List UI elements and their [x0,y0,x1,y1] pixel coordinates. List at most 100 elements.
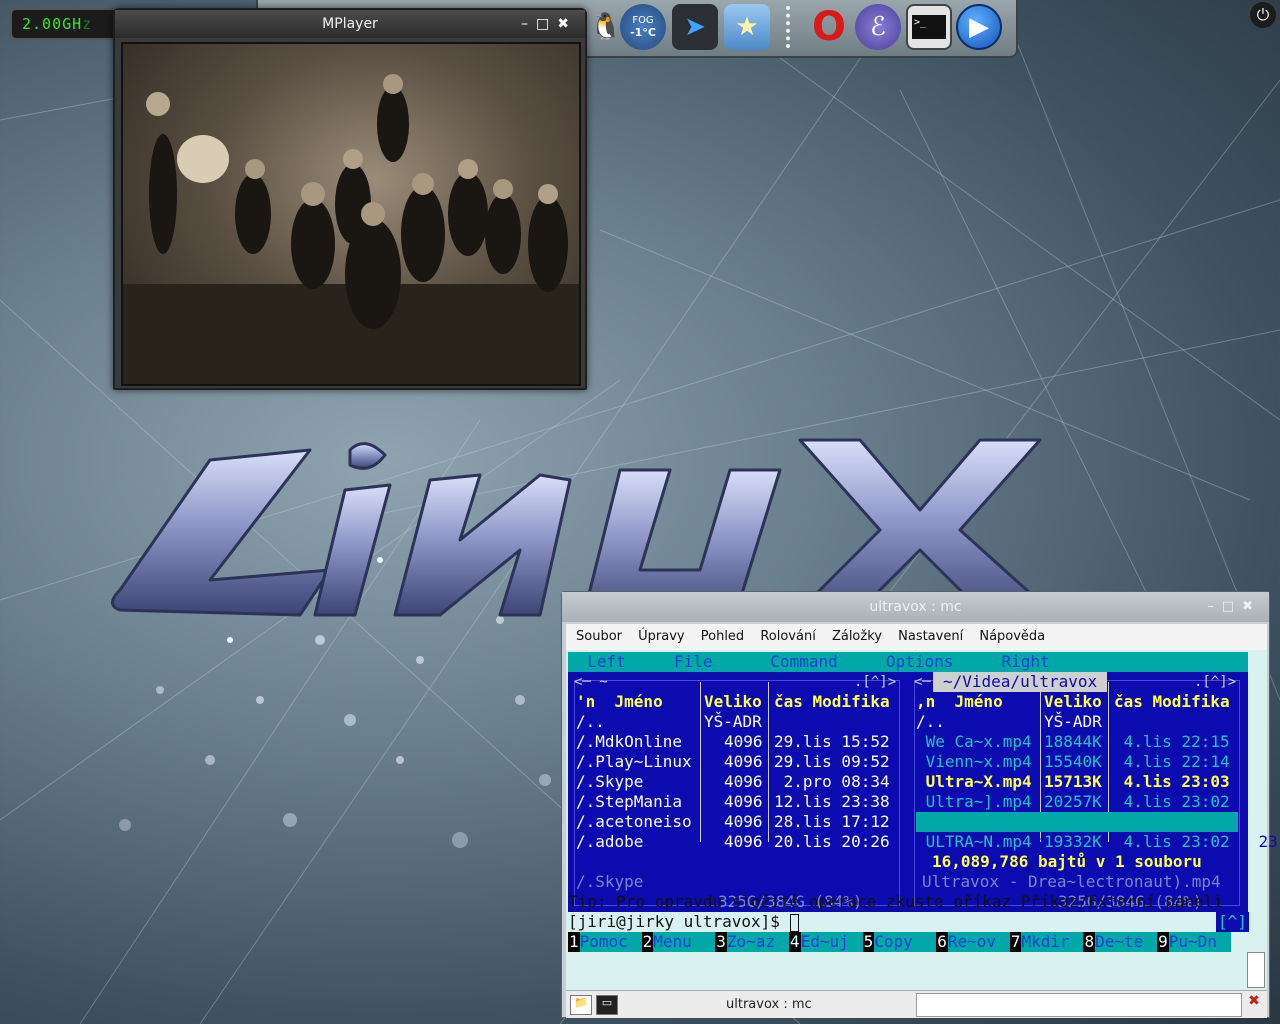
panel-header-right[interactable]: .[^]> [854,672,896,692]
power-icon[interactable]: ⏻ [1250,2,1276,28]
file-row-name[interactable]: /.adobe [576,832,643,852]
fkey-2[interactable]: 2 Menu [641,932,716,952]
fkey-label: De~te [1095,932,1158,952]
file-row-name[interactable]: /.StepMania [576,792,682,812]
tab-label[interactable]: ultravox : mc [726,997,812,1012]
folder-icon[interactable]: ★ [724,4,770,50]
dock-separator [786,6,790,48]
mc-menu-command[interactable]: Command [770,652,837,671]
file-row-size: 4096 [724,832,763,851]
column-header-size[interactable]: Veliko [1044,692,1102,712]
column-header-name[interactable]: ,n Jméno [916,692,1003,712]
file-row-time: 20.lis 20:26 [774,832,890,851]
file-row-time: 29.lis 09:52 [774,752,890,771]
file-row-name[interactable]: /.Skype [576,772,643,792]
close-icon[interactable]: ✖ [557,16,577,32]
file-row-size: 18844K [1044,732,1102,751]
selected-file-row[interactable]: Ultra~).mp410663K 4.lis 23:09 [916,812,1280,851]
fkey-number: 4 [788,932,801,952]
video-frame[interactable] [121,42,581,386]
fkey-number: 1 [568,932,580,952]
fkey-7[interactable]: 7 Mkdir [1009,932,1084,952]
file-row-name[interactable]: Ultra~].mp4 [916,792,1032,812]
maximize-icon[interactable]: □ [1222,599,1242,614]
fkey-1[interactable]: 1 Pomoc [568,932,642,952]
file-row-name[interactable]: Vienn~x.mp4 [916,752,1032,772]
file-row-name[interactable]: Ultra~X.mp4 [916,772,1032,792]
fkey-6[interactable]: 6 Re~ov [936,932,1010,952]
text-cursor [789,913,799,932]
file-row-name[interactable]: We Ca~x.mp4 [916,732,1032,752]
minimize-icon[interactable]: – [521,16,536,32]
prompt-marker[interactable]: [^] [1216,912,1249,932]
mc-menu-options[interactable]: Options [886,652,953,671]
minimize-icon[interactable]: – [1207,599,1222,614]
fkey-5[interactable]: 5 Copy [862,932,937,952]
column-header-time[interactable]: čas Modifika [774,692,890,712]
tip-line: Tip: Pro opravdu složité operace zkuste … [568,892,1224,911]
file-row-name[interactable]: ULTRA~N.mp4 [916,832,1032,852]
mc-menu-left[interactable]: Left [587,652,626,671]
terminal-icon[interactable]: >_ [906,4,952,50]
file-row-name[interactable]: /.MdkOnline [576,732,682,752]
file-row-size: 19332K [1044,832,1102,851]
fkey-label: Pomoc [579,932,642,952]
menu-napoveda[interactable]: Nápověda [979,629,1045,644]
mplayer-titlebar[interactable]: MPlayer –□✖ [115,10,585,38]
shell-prompt[interactable]: [jiri@jirky ultravox]$ [568,912,799,932]
fkey-4[interactable]: 4 Ed~uj [788,932,863,952]
file-row-size: 4096 [724,752,763,771]
file-row-size: 15540K [1044,752,1102,771]
menu-upravy[interactable]: Úpravy [638,629,684,644]
terminal-screen[interactable]: Left File Command Options Right <─ ~ .[^… [566,650,1280,990]
fkey-8[interactable]: 8 De~te [1083,932,1158,952]
mc-menu-file[interactable]: File [674,652,713,671]
cursor-icon[interactable]: ➤ [672,4,718,50]
maximize-icon[interactable]: □ [536,16,557,32]
menu-soubor[interactable]: Soubor [576,629,622,644]
mc-menubar: Left File Command Options Right [568,652,1248,672]
terminal-titlebar[interactable]: ultravox : mc –□✖ [562,592,1269,622]
column-header-time[interactable]: čas Modifika [1114,692,1230,712]
close-icon[interactable]: ✖ [1242,599,1261,614]
updir-entry[interactable]: /.. [916,712,945,732]
mc-left-panel[interactable]: <─ ~ .[^]> 'n Jméno Veliko čas Modifika … [568,672,908,912]
menu-rolovani[interactable]: Rolování [760,629,815,644]
terminal-tabbar: 📁 ▭ ultravox : mc ✖ [566,990,1267,1018]
terminal-menubar: Soubor Úpravy Pohled Rolování Záložky Na… [566,624,1267,650]
panel-header: <─ ~ .[^]> [568,672,908,692]
scrollbar[interactable] [1247,952,1265,988]
close-tab-icon[interactable]: ✖ [1244,993,1264,1015]
fkey-number: 3 [715,932,727,952]
file-row-time: 4.lis 23:03 [1114,772,1230,791]
mc-right-panel[interactable]: <─ .[^]> ~/Videa/ultravox ,n Jméno Velik… [908,672,1280,912]
menu-nastaveni[interactable]: Nastavení [898,629,963,644]
column-header-name[interactable]: 'n Jméno [576,692,663,712]
panel-header-right[interactable]: .[^]> [1194,672,1236,692]
fkey-label: Copy [874,932,937,952]
weather-icon[interactable]: FOG -1°C [620,4,666,50]
file-row-name[interactable]: /.Play~Linux [576,752,692,772]
new-tab-icon[interactable]: 📁 [570,995,592,1015]
column-divider [700,682,701,842]
tab-search-field[interactable] [916,993,1242,1017]
opera-icon[interactable]: O [806,4,852,50]
column-header-size[interactable]: Veliko [704,692,762,712]
fkey-9[interactable]: 9 Pu~Dn [1157,932,1231,952]
fkey-label: Menu [653,932,716,952]
fkey-3[interactable]: 3 Zo~az [715,932,789,952]
cpu-frequency-monitor: 2.00GHz [10,8,122,40]
emacs-icon[interactable]: ℰ [855,4,901,50]
cpu-frequency-value: 2.00GH [22,15,83,33]
mc-menu-right[interactable]: Right [1002,652,1050,671]
session-icon[interactable]: ▭ [596,995,618,1015]
media-player-icon[interactable]: ▶ [956,4,1002,50]
file-row-name[interactable]: /.acetoneiso [576,812,692,832]
window-controls: –□✖ [1207,592,1261,622]
current-path: ~/Videa/ultravox [933,672,1108,692]
updir-entry[interactable]: /.. [576,712,605,732]
band-photo [123,74,579,384]
menu-pohled[interactable]: Pohled [701,629,744,644]
file-row-time: 29.lis 15:52 [774,732,890,751]
menu-zalozky[interactable]: Záložky [832,629,882,644]
